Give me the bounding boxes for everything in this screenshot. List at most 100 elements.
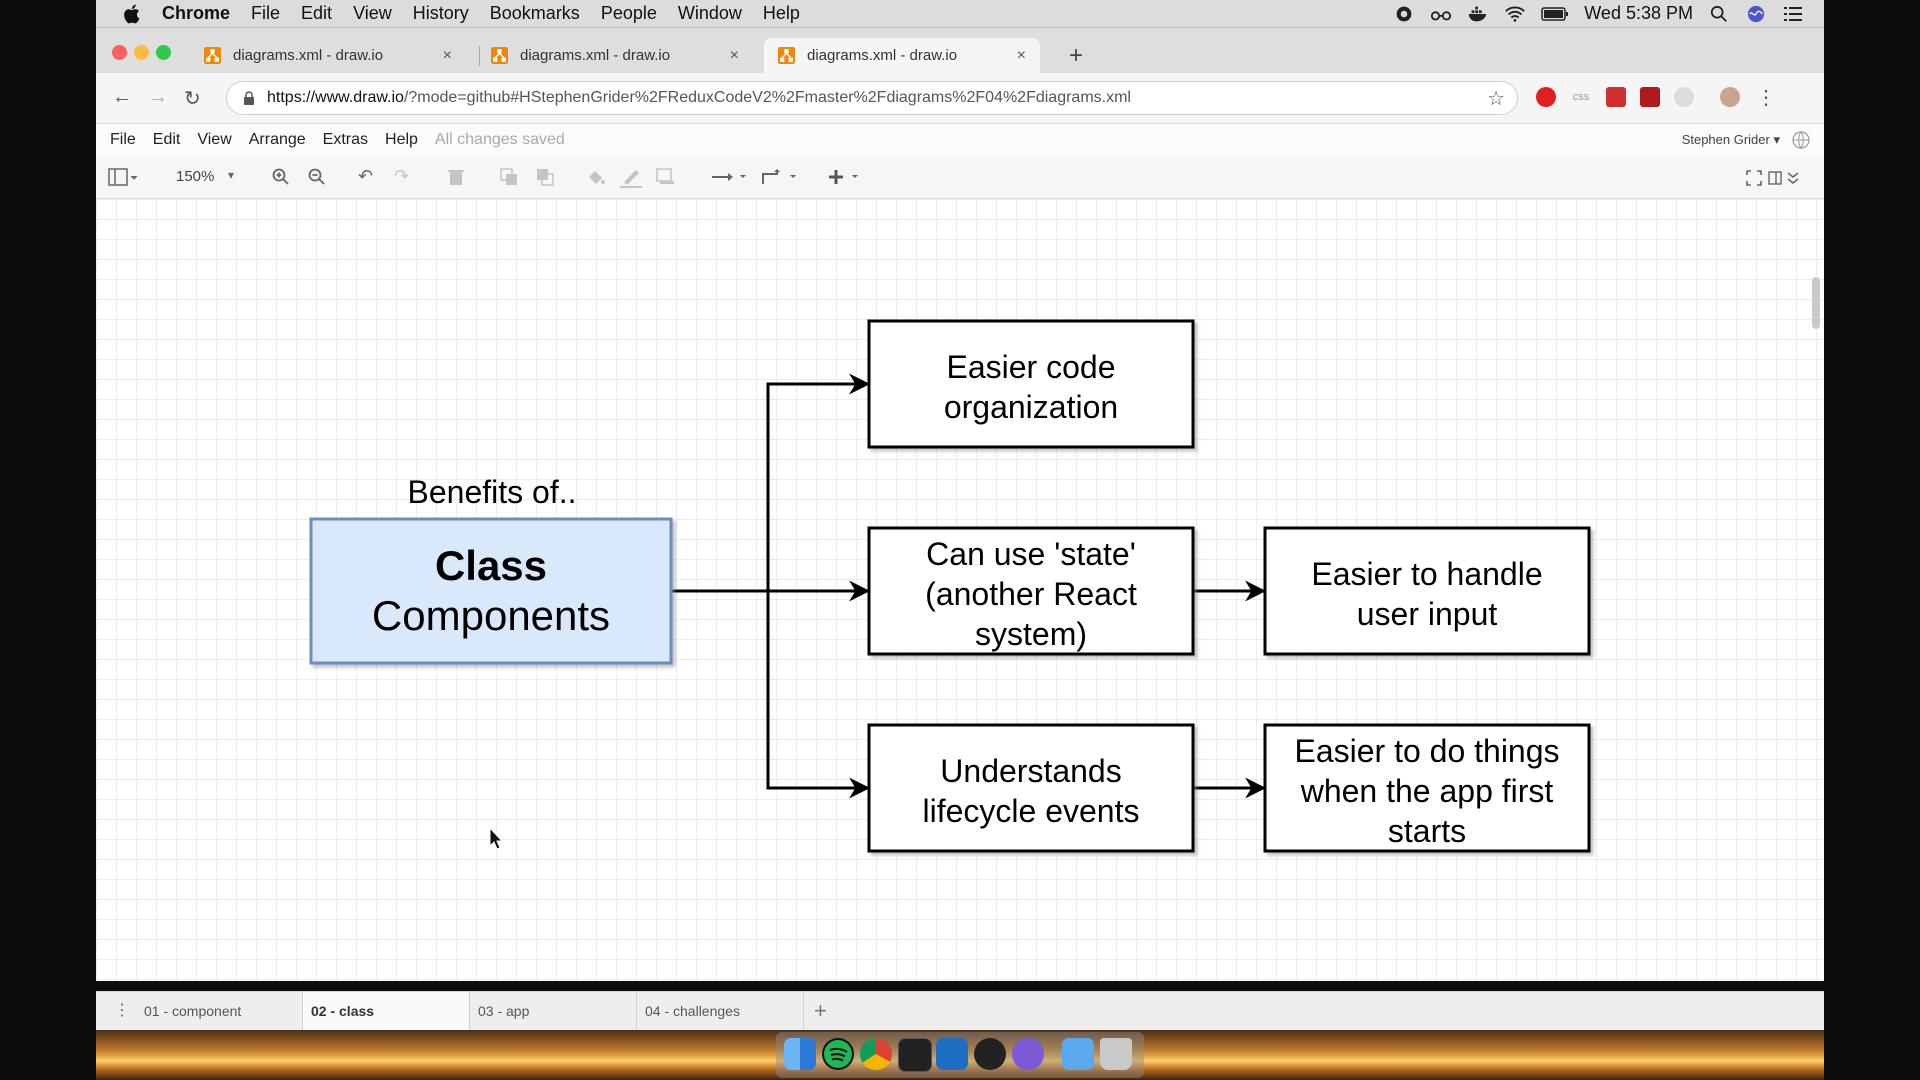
- zoom-out-icon[interactable]: [308, 168, 326, 186]
- new-tab-button[interactable]: +: [1069, 42, 1083, 70]
- back-arrow-icon[interactable]: ←: [112, 86, 132, 109]
- to-front-icon[interactable]: [500, 168, 518, 186]
- bookmark-star-icon[interactable]: ☆: [1487, 86, 1505, 111]
- tab-close-icon[interactable]: ×: [1017, 47, 1026, 65]
- class-components-box[interactable]: [309, 517, 673, 665]
- lock-icon[interactable]: [243, 91, 255, 105]
- trash-icon[interactable]: [1100, 1038, 1132, 1070]
- waypoints-icon[interactable]: [760, 168, 800, 186]
- pages-menu-icon[interactable]: ⋮: [114, 1000, 130, 1020]
- zoom-dropdown-chevron-icon[interactable]: ▾: [228, 168, 234, 182]
- fill-color-icon[interactable]: [586, 168, 606, 186]
- browser-tab-2[interactable]: diagrams.xml - draw.io ×: [477, 38, 753, 73]
- obs-icon[interactable]: [974, 1038, 1006, 1070]
- zoom-level-dropdown[interactable]: 150%: [176, 168, 214, 185]
- drawio-menu-help[interactable]: Help: [385, 131, 418, 149]
- spotlight-search-icon[interactable]: [1708, 5, 1730, 23]
- connection-style-icon[interactable]: [710, 169, 750, 185]
- menu-history[interactable]: History: [413, 3, 469, 24]
- battery-icon[interactable]: [1541, 5, 1569, 23]
- box-use-state-line1: Can use 'state': [926, 536, 1136, 572]
- drawio-menu-edit[interactable]: Edit: [153, 131, 181, 149]
- extension-red-icon[interactable]: [1606, 87, 1626, 107]
- reload-icon[interactable]: ↻: [184, 86, 201, 111]
- page-tab-02-active[interactable]: 02 - class: [303, 992, 470, 1030]
- chrome-menu-icon[interactable]: ⋮: [1756, 85, 1776, 110]
- extension-shield-icon[interactable]: [1640, 87, 1660, 107]
- page-tab-03[interactable]: 03 - app: [470, 992, 637, 1030]
- window-minimize-button[interactable]: [134, 45, 149, 60]
- menu-clock[interactable]: Wed 5:38 PM: [1584, 3, 1693, 24]
- page-tab-01[interactable]: 01 - component: [136, 992, 303, 1030]
- redo-icon[interactable]: ↷: [394, 166, 409, 187]
- docker-icon[interactable]: [1467, 5, 1489, 23]
- downloads-folder-icon[interactable]: [1062, 1038, 1094, 1070]
- drawio-menu-view[interactable]: View: [197, 131, 231, 149]
- extension-gray-icon[interactable]: [1674, 87, 1694, 107]
- forward-arrow-icon[interactable]: →: [148, 86, 168, 109]
- menu-people[interactable]: People: [601, 3, 657, 24]
- drawio-favicon-icon: [491, 47, 508, 64]
- vscode-icon[interactable]: [936, 1038, 968, 1070]
- notification-center-icon[interactable]: [1782, 5, 1804, 23]
- panel-toggle-icon[interactable]: [1768, 170, 1782, 186]
- menu-edit[interactable]: Edit: [301, 3, 332, 24]
- menu-help[interactable]: Help: [763, 3, 800, 24]
- terminal-icon[interactable]: [898, 1038, 932, 1072]
- to-back-icon[interactable]: [536, 168, 554, 186]
- chrome-icon[interactable]: [860, 1038, 892, 1070]
- tab-close-icon[interactable]: ×: [730, 47, 739, 65]
- menu-app-name[interactable]: Chrome: [162, 3, 230, 24]
- menu-view[interactable]: View: [353, 3, 392, 24]
- connector-to-lifecycle[interactable]: [766, 591, 871, 799]
- right-backdrop: [1824, 0, 1920, 1080]
- menu-file[interactable]: File: [251, 3, 280, 24]
- connector-to-code-organization[interactable]: [672, 373, 871, 593]
- add-page-button[interactable]: +: [814, 998, 827, 1024]
- menu-window[interactable]: Window: [678, 3, 742, 24]
- box-code-organization-line2: organization: [944, 389, 1118, 425]
- line-color-icon[interactable]: [620, 168, 642, 188]
- browser-tab-3-active[interactable]: diagrams.xml - draw.io ×: [764, 38, 1040, 73]
- finder-icon[interactable]: [784, 1038, 816, 1070]
- drawio-menu-extras[interactable]: Extras: [323, 131, 368, 149]
- page-tab-04[interactable]: 04 - challenges: [637, 992, 804, 1030]
- collapse-chevrons-icon[interactable]: [1786, 170, 1800, 186]
- obs-status-icon[interactable]: [1393, 5, 1415, 23]
- drawio-menu-file[interactable]: File: [110, 131, 136, 149]
- diagram-canvas[interactable]: Benefits of.. Class Components Easier co…: [96, 199, 1824, 981]
- browser-tab-1[interactable]: diagrams.xml - draw.io ×: [190, 38, 466, 73]
- mouse-cursor-icon: [489, 826, 504, 850]
- user-account-menu[interactable]: Stephen Grider ▾: [1682, 132, 1780, 148]
- page-tab-label: 01 - component: [144, 1003, 242, 1019]
- apple-icon[interactable]: [120, 3, 142, 25]
- macos-menu-bar: Chrome File Edit View History Bookmarks …: [96, 0, 1824, 28]
- zoom-in-icon[interactable]: [272, 168, 290, 186]
- save-status: All changes saved: [434, 131, 565, 148]
- shadow-icon[interactable]: [656, 168, 676, 186]
- drawio-menu-arrange[interactable]: Arrange: [249, 131, 306, 149]
- drawio-toolbar: 150% ▾ ↶ ↷: [96, 156, 1824, 199]
- fullscreen-icon[interactable]: [1746, 170, 1762, 186]
- siri-icon[interactable]: [1745, 5, 1767, 23]
- wifi-icon[interactable]: [1504, 5, 1526, 23]
- compose-app-icon[interactable]: [1012, 1038, 1044, 1070]
- profile-avatar[interactable]: [1720, 87, 1740, 107]
- vertical-scrollbar[interactable]: [1812, 277, 1820, 329]
- window-close-button[interactable]: [112, 45, 127, 60]
- format-panel-toggle-icon[interactable]: [108, 168, 138, 186]
- box-first-starts-line1: Easier to do things: [1294, 733, 1559, 769]
- insert-plus-icon[interactable]: [828, 168, 868, 186]
- menu-bookmarks[interactable]: Bookmarks: [490, 3, 580, 24]
- undo-icon[interactable]: ↶: [358, 166, 373, 187]
- glasses-icon[interactable]: [1430, 5, 1452, 23]
- extension-css-icon[interactable]: css: [1571, 87, 1591, 107]
- spotify-icon[interactable]: [822, 1038, 854, 1070]
- url-field[interactable]: https://www.draw.io/?mode=github#HStephe…: [226, 81, 1518, 115]
- language-globe-icon[interactable]: [1792, 131, 1810, 149]
- extension-opera-icon[interactable]: [1536, 87, 1556, 107]
- window-maximize-button[interactable]: [156, 45, 171, 60]
- tab-close-icon[interactable]: ×: [443, 47, 452, 65]
- page-tabs-bar: ⋮ 01 - component 02 - class 03 - app 04 …: [96, 991, 1824, 1030]
- delete-trash-icon[interactable]: [448, 168, 464, 186]
